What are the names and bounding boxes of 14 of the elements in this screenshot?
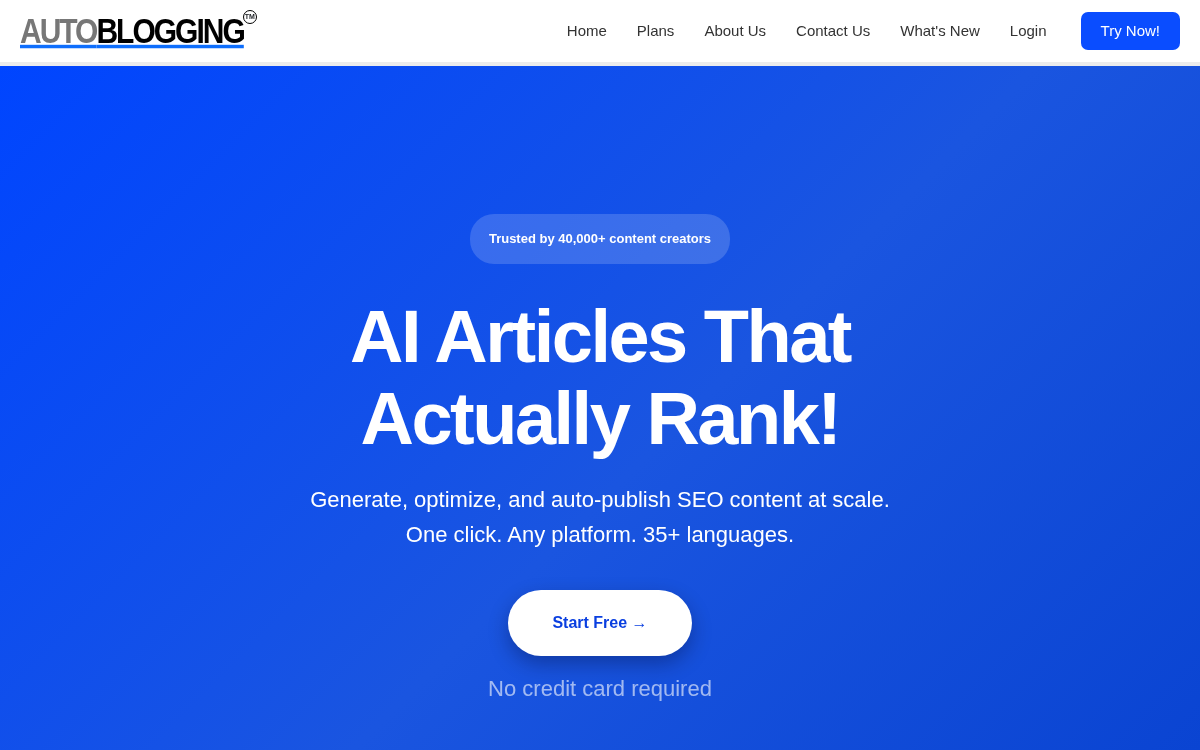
hero-tagline: One click. Any platform. 35+ languages. bbox=[405, 520, 795, 549]
try-now-button[interactable]: Try Now! bbox=[1080, 11, 1180, 51]
nav-link[interactable]: Home bbox=[566, 19, 607, 43]
hero-subtitle: Generate, optimize, and auto-publish SEO content at scale. bbox=[310, 485, 890, 514]
nav-link[interactable]: What's New bbox=[900, 19, 980, 43]
nav-link[interactable]: Login bbox=[1009, 19, 1047, 43]
logo[interactable]: AUTOBLOGGING bbox=[20, 13, 244, 49]
no-card-note: No credit card required bbox=[488, 674, 712, 703]
hero-heading: AI Articles That Actually Rank! bbox=[349, 295, 850, 460]
start-free-button[interactable]: Start Free → bbox=[508, 589, 692, 656]
nav-link[interactable]: Plans bbox=[636, 19, 675, 43]
nav-link[interactable]: About Us bbox=[704, 19, 767, 43]
nav-link[interactable]: Contact Us bbox=[796, 19, 871, 43]
trust-badge: Trusted by 40,000+ content creators bbox=[469, 214, 731, 264]
